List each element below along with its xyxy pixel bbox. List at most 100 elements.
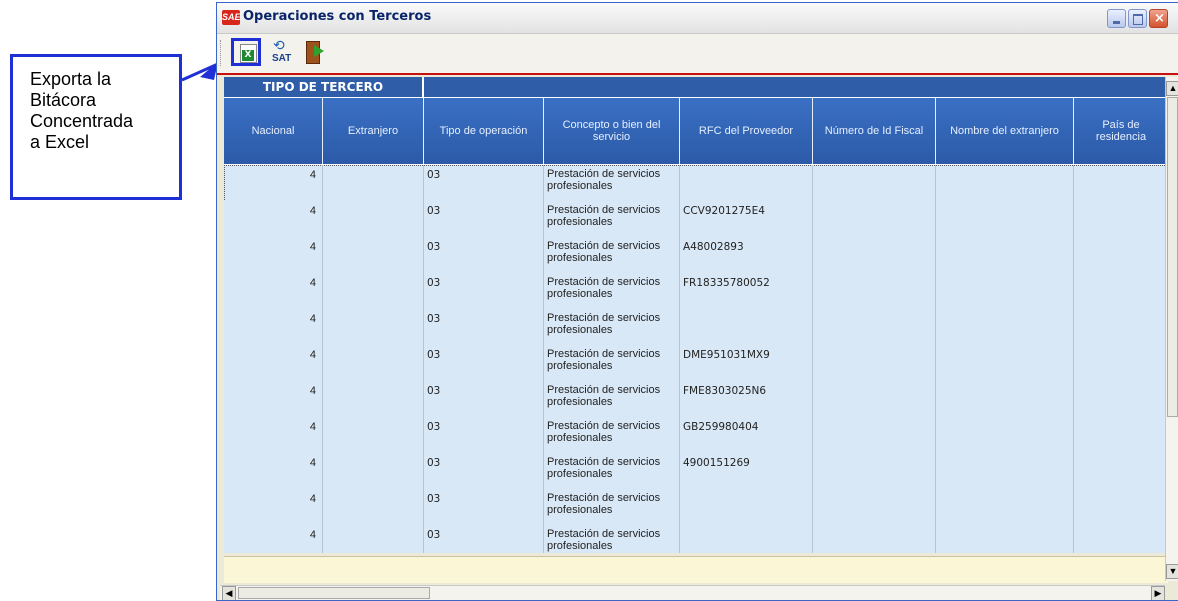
table-row[interactable]: 4 03 Prestación de servicios profesionales… bbox=[224, 453, 1169, 490]
cell-id-fiscal[interactable] bbox=[813, 309, 936, 345]
cell-nacional[interactable]: 4 bbox=[224, 201, 323, 237]
minimize-button[interactable] bbox=[1107, 9, 1126, 28]
cell-rfc[interactable]: FR18335780052 bbox=[680, 273, 813, 309]
horizontal-scroll-thumb[interactable] bbox=[238, 587, 430, 599]
cell-tipo-operacion[interactable]: 03 bbox=[424, 417, 544, 453]
cell-concepto[interactable]: Prestación de servicios profesionales bbox=[544, 525, 680, 553]
cell-id-fiscal[interactable] bbox=[813, 165, 936, 201]
column-header-rfc[interactable]: RFC del Proveedor bbox=[680, 98, 813, 164]
cell-nacional[interactable]: 4 bbox=[224, 453, 323, 489]
cell-id-fiscal[interactable] bbox=[813, 525, 936, 553]
cell-extranjero[interactable] bbox=[323, 165, 424, 201]
cell-tipo-operacion[interactable]: 03 bbox=[424, 381, 544, 417]
cell-concepto[interactable]: Prestación de servicios profesionales bbox=[544, 417, 680, 453]
cell-id-fiscal[interactable] bbox=[813, 489, 936, 525]
cell-rfc[interactable]: DME951031MX9 bbox=[680, 345, 813, 381]
cell-nombre-extranjero[interactable] bbox=[936, 309, 1074, 345]
cell-concepto[interactable]: Prestación de servicios profesionales bbox=[544, 489, 680, 525]
cell-tipo-operacion[interactable]: 03 bbox=[424, 309, 544, 345]
column-header-concepto[interactable]: Concepto o bien del servicio bbox=[544, 98, 680, 164]
cell-nacional[interactable]: 4 bbox=[224, 345, 323, 381]
cell-pais[interactable] bbox=[1074, 165, 1169, 201]
cell-concepto[interactable]: Prestación de servicios profesionales bbox=[544, 453, 680, 489]
cell-extranjero[interactable] bbox=[323, 309, 424, 345]
cell-tipo-operacion[interactable]: 03 bbox=[424, 165, 544, 201]
cell-nombre-extranjero[interactable] bbox=[936, 453, 1074, 489]
cell-nacional[interactable]: 4 bbox=[224, 309, 323, 345]
cell-extranjero[interactable] bbox=[323, 453, 424, 489]
cell-pais[interactable] bbox=[1074, 309, 1169, 345]
table-row[interactable]: 4 03 Prestación de servicios profesionales… bbox=[224, 417, 1169, 454]
cell-id-fiscal[interactable] bbox=[813, 273, 936, 309]
cell-rfc[interactable] bbox=[680, 165, 813, 201]
column-header-tipo-operacion[interactable]: Tipo de operación bbox=[424, 98, 544, 164]
cell-extranjero[interactable] bbox=[323, 381, 424, 417]
cell-extranjero[interactable] bbox=[323, 273, 424, 309]
cell-concepto[interactable]: Prestación de servicios profesionales bbox=[544, 309, 680, 345]
cell-concepto[interactable]: Prestación de servicios profesionales bbox=[544, 381, 680, 417]
scroll-right-icon[interactable]: ▶ bbox=[1151, 586, 1165, 600]
horizontal-scrollbar[interactable]: ◀ ▶ bbox=[220, 585, 1165, 600]
cell-tipo-operacion[interactable]: 03 bbox=[424, 273, 544, 309]
vertical-scrollbar[interactable]: ▲ ▼ bbox=[1165, 77, 1178, 581]
cell-pais[interactable] bbox=[1074, 381, 1169, 417]
cell-extranjero[interactable] bbox=[323, 417, 424, 453]
close-button[interactable]: × bbox=[1149, 9, 1168, 28]
cell-rfc[interactable] bbox=[680, 309, 813, 345]
toolbar-grip[interactable] bbox=[220, 40, 224, 66]
cell-pais[interactable] bbox=[1074, 273, 1169, 309]
scroll-up-icon[interactable]: ▲ bbox=[1166, 81, 1178, 96]
column-header-nacional[interactable]: Nacional bbox=[224, 98, 323, 164]
cell-id-fiscal[interactable] bbox=[813, 345, 936, 381]
cell-nombre-extranjero[interactable] bbox=[936, 165, 1074, 201]
cell-rfc[interactable] bbox=[680, 489, 813, 525]
table-row[interactable]: 4 03 Prestación de servicios profesionales… bbox=[224, 201, 1169, 238]
cell-rfc[interactable]: FME8303025N6 bbox=[680, 381, 813, 417]
cell-extranjero[interactable] bbox=[323, 237, 424, 273]
operations-grid[interactable]: TIPO DE TERCERO Nacional Extranjero Tipo… bbox=[224, 77, 1169, 553]
cell-rfc[interactable]: A48002893 bbox=[680, 237, 813, 273]
cell-pais[interactable] bbox=[1074, 489, 1169, 525]
column-header-pais[interactable]: País de residencia bbox=[1074, 98, 1169, 164]
cell-extranjero[interactable] bbox=[323, 525, 424, 553]
table-row[interactable]: 4 03 Prestación de servicios profesionales… bbox=[224, 345, 1169, 382]
cell-pais[interactable] bbox=[1074, 201, 1169, 237]
table-row[interactable]: 4 03 Prestación de servicios profesionales bbox=[224, 309, 1169, 346]
vertical-scroll-thumb[interactable] bbox=[1167, 97, 1178, 417]
cell-pais[interactable] bbox=[1074, 237, 1169, 273]
cell-extranjero[interactable] bbox=[323, 201, 424, 237]
scroll-down-icon[interactable]: ▼ bbox=[1166, 564, 1178, 579]
cell-id-fiscal[interactable] bbox=[813, 381, 936, 417]
cell-rfc[interactable]: 4900151269 bbox=[680, 453, 813, 489]
cell-rfc[interactable] bbox=[680, 525, 813, 553]
cell-extranjero[interactable] bbox=[323, 345, 424, 381]
cell-pais[interactable] bbox=[1074, 345, 1169, 381]
cell-nacional[interactable]: 4 bbox=[224, 165, 323, 201]
cell-tipo-operacion[interactable]: 03 bbox=[424, 237, 544, 273]
cell-nombre-extranjero[interactable] bbox=[936, 237, 1074, 273]
cell-tipo-operacion[interactable]: 03 bbox=[424, 201, 544, 237]
column-header-id-fiscal[interactable]: Número de Id Fiscal bbox=[813, 98, 936, 164]
table-row[interactable]: 4 03 Prestación de servicios profesionales… bbox=[224, 237, 1169, 274]
cell-pais[interactable] bbox=[1074, 417, 1169, 453]
column-header-extranjero[interactable]: Extranjero bbox=[323, 98, 424, 164]
cell-nacional[interactable]: 4 bbox=[224, 489, 323, 525]
column-header-nombre-extranjero[interactable]: Nombre del extranjero bbox=[936, 98, 1074, 164]
cell-concepto[interactable]: Prestación de servicios profesionales bbox=[544, 345, 680, 381]
cell-id-fiscal[interactable] bbox=[813, 417, 936, 453]
cell-concepto[interactable]: Prestación de servicios profesionales bbox=[544, 273, 680, 309]
cell-nombre-extranjero[interactable] bbox=[936, 525, 1074, 553]
cell-concepto[interactable]: Prestación de servicios profesionales bbox=[544, 201, 680, 237]
cell-pais[interactable] bbox=[1074, 453, 1169, 489]
table-row[interactable]: 4 03 Prestación de servicios profesionales bbox=[224, 489, 1169, 526]
cell-nacional[interactable]: 4 bbox=[224, 417, 323, 453]
cell-nombre-extranjero[interactable] bbox=[936, 273, 1074, 309]
cell-extranjero[interactable] bbox=[323, 489, 424, 525]
cell-nombre-extranjero[interactable] bbox=[936, 417, 1074, 453]
cell-nacional[interactable]: 4 bbox=[224, 273, 323, 309]
table-row[interactable]: 4 03 Prestación de servicios profesionales… bbox=[224, 381, 1169, 418]
cell-nacional[interactable]: 4 bbox=[224, 525, 323, 553]
cell-concepto[interactable]: Prestación de servicios profesionales bbox=[544, 237, 680, 273]
table-row[interactable]: 4 03 Prestación de servicios profesionales bbox=[224, 525, 1169, 553]
cell-id-fiscal[interactable] bbox=[813, 453, 936, 489]
